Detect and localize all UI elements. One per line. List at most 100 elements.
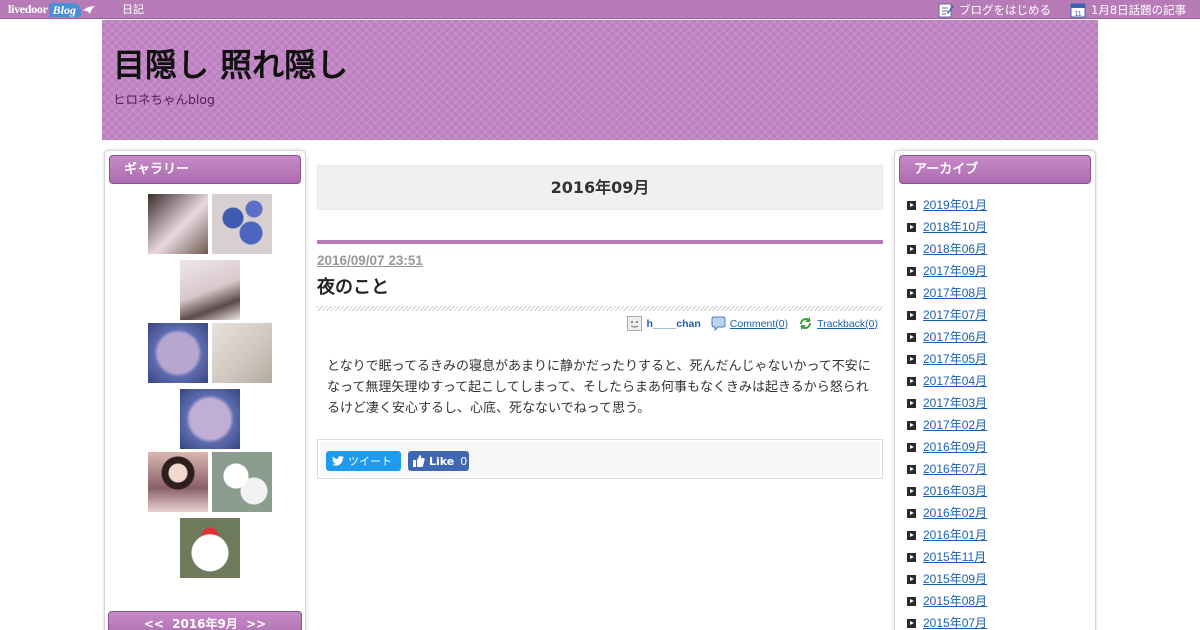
gallery-thumb[interactable] bbox=[180, 389, 240, 449]
play-bullet-icon bbox=[907, 508, 916, 518]
archive-item: 2017年08月 bbox=[907, 282, 987, 304]
archive-item: 2015年08月 bbox=[907, 590, 987, 612]
play-bullet-icon bbox=[907, 222, 916, 232]
archive-item: 2015年11月 bbox=[907, 546, 987, 568]
archive-link[interactable]: 2017年02月 bbox=[923, 417, 987, 434]
diary-link[interactable]: 日記 bbox=[122, 0, 144, 19]
like-label: Like bbox=[429, 454, 455, 468]
user-icon bbox=[627, 316, 643, 331]
archive-item: 2017年04月 bbox=[907, 370, 987, 392]
archive-item: 2017年05月 bbox=[907, 348, 987, 370]
play-bullet-icon bbox=[907, 354, 916, 364]
start-blog-link[interactable]: ブログをはじめる bbox=[938, 0, 1051, 19]
archive-item: 2016年02月 bbox=[907, 502, 987, 524]
archive-link[interactable]: 2015年07月 bbox=[923, 615, 987, 630]
archive-item: 2016年07月 bbox=[907, 458, 987, 480]
entry-title[interactable]: 夜のこと bbox=[317, 273, 389, 299]
calendar-prev-link[interactable]: << bbox=[144, 617, 164, 630]
archive-link[interactable]: 2017年06月 bbox=[923, 329, 987, 346]
tweet-label: ツイート bbox=[348, 455, 392, 468]
right-sidebar: アーカイブ 2019年01月 2018年10月 2018年06月 2017年09… bbox=[894, 150, 1096, 630]
livedoor-blog-logo[interactable]: livedoor Blog bbox=[8, 0, 96, 19]
archive-link[interactable]: 2018年06月 bbox=[923, 241, 987, 258]
calendar-day: 11 bbox=[1074, 11, 1081, 18]
play-bullet-icon bbox=[907, 464, 916, 474]
play-bullet-icon bbox=[907, 442, 916, 452]
gallery-thumb[interactable] bbox=[212, 194, 272, 254]
gallery-thumb[interactable] bbox=[148, 323, 208, 383]
archive-link[interactable]: 2015年11月 bbox=[923, 549, 986, 566]
archive-link[interactable]: 2015年08月 bbox=[923, 593, 987, 610]
play-bullet-icon bbox=[907, 574, 916, 584]
archive-item: 2018年06月 bbox=[907, 238, 987, 260]
play-bullet-icon bbox=[907, 420, 916, 430]
calendar-nav: << 2016年9月 >> bbox=[108, 611, 302, 630]
archive-link[interactable]: 2017年07月 bbox=[923, 307, 987, 324]
play-bullet-icon bbox=[907, 376, 916, 386]
play-bullet-icon bbox=[907, 618, 916, 628]
gallery-thumb[interactable] bbox=[148, 452, 208, 512]
top-bar: livedoor Blog 日記 ブログをはじめる 11 1月8日話題の記事 bbox=[0, 0, 1200, 19]
facebook-like-button[interactable]: Like 0 bbox=[408, 451, 469, 471]
archive-link[interactable]: 2018年10月 bbox=[923, 219, 987, 236]
archive-item: 2019年01月 bbox=[907, 194, 987, 216]
archive-link[interactable]: 2015年09月 bbox=[923, 571, 987, 588]
play-bullet-icon bbox=[907, 244, 916, 254]
archive-link[interactable]: 2017年04月 bbox=[923, 373, 987, 390]
archive-link[interactable]: 2016年02月 bbox=[923, 505, 987, 522]
archive-link[interactable]: 2017年05月 bbox=[923, 351, 987, 368]
gallery-thumb[interactable] bbox=[212, 452, 272, 512]
play-bullet-icon bbox=[907, 310, 916, 320]
logo-blog-badge: Blog bbox=[48, 2, 81, 17]
entry-body: となりで眠ってるきみの寝息があまりに静かだったりすると、死んだんじゃないかって不… bbox=[327, 359, 871, 416]
topic-articles-label: 1月8日話題の記事 bbox=[1091, 2, 1187, 17]
archive-item: 2015年09月 bbox=[907, 568, 987, 590]
gallery-grid bbox=[105, 151, 305, 630]
play-bullet-icon bbox=[907, 398, 916, 408]
archive-link[interactable]: 2017年03月 bbox=[923, 395, 987, 412]
blog-title[interactable]: 目隠し 照れ隠し bbox=[113, 40, 348, 86]
blog-header: 目隠し 照れ隠し ヒロネちゃんblog bbox=[102, 20, 1098, 140]
play-bullet-icon bbox=[907, 266, 916, 276]
play-bullet-icon bbox=[907, 552, 916, 562]
gallery-thumb[interactable] bbox=[180, 518, 240, 578]
comment-link[interactable]: Comment(0) bbox=[730, 318, 788, 330]
archive-item: 2017年07月 bbox=[907, 304, 987, 326]
calendar-next-link[interactable]: >> bbox=[246, 617, 266, 630]
trackback-link[interactable]: Trackback(0) bbox=[817, 318, 878, 330]
like-count: 0 bbox=[460, 454, 468, 468]
bird-icon bbox=[82, 5, 95, 14]
entry-date-link[interactable]: 2016/09/07 23:51 bbox=[317, 253, 423, 268]
topic-articles-link[interactable]: 11 1月8日話題の記事 bbox=[1070, 0, 1186, 19]
calendar-month-label: 2016年9月 bbox=[172, 617, 238, 630]
archive-link[interactable]: 2019年01月 bbox=[923, 197, 987, 214]
calendar-icon: 11 bbox=[1070, 3, 1086, 18]
archive-item: 2016年01月 bbox=[907, 524, 987, 546]
archive-item: 2017年03月 bbox=[907, 392, 987, 414]
gallery-thumb[interactable] bbox=[180, 260, 240, 320]
archive-link[interactable]: 2016年01月 bbox=[923, 527, 987, 544]
entry-hatch-divider bbox=[317, 306, 883, 311]
logo-text: livedoor bbox=[8, 2, 48, 16]
left-sidebar: ギャラリー << 2016年9月 >> bbox=[104, 150, 306, 630]
archive-link[interactable]: 2016年09月 bbox=[923, 439, 987, 456]
play-bullet-icon bbox=[907, 596, 916, 606]
archive-link[interactable]: 2016年07月 bbox=[923, 461, 987, 478]
archive-item: 2017年02月 bbox=[907, 414, 987, 436]
entry-author-link[interactable]: h____chan bbox=[646, 318, 700, 330]
archive-link[interactable]: 2016年03月 bbox=[923, 483, 987, 500]
gallery-thumb[interactable] bbox=[148, 194, 208, 254]
comment-icon bbox=[711, 316, 726, 331]
share-box: ツイート Like 0 bbox=[317, 439, 883, 479]
archive-link[interactable]: 2017年09月 bbox=[923, 263, 987, 280]
tweet-button[interactable]: ツイート bbox=[326, 451, 401, 471]
trackback-icon bbox=[800, 317, 812, 330]
archive-heading: アーカイブ bbox=[899, 155, 1091, 184]
play-bullet-icon bbox=[907, 200, 916, 210]
play-bullet-icon bbox=[907, 332, 916, 342]
edit-icon bbox=[938, 3, 954, 17]
archive-link[interactable]: 2017年08月 bbox=[923, 285, 987, 302]
archive-item: 2017年06月 bbox=[907, 326, 987, 348]
play-bullet-icon bbox=[907, 288, 916, 298]
gallery-thumb[interactable] bbox=[212, 323, 272, 383]
